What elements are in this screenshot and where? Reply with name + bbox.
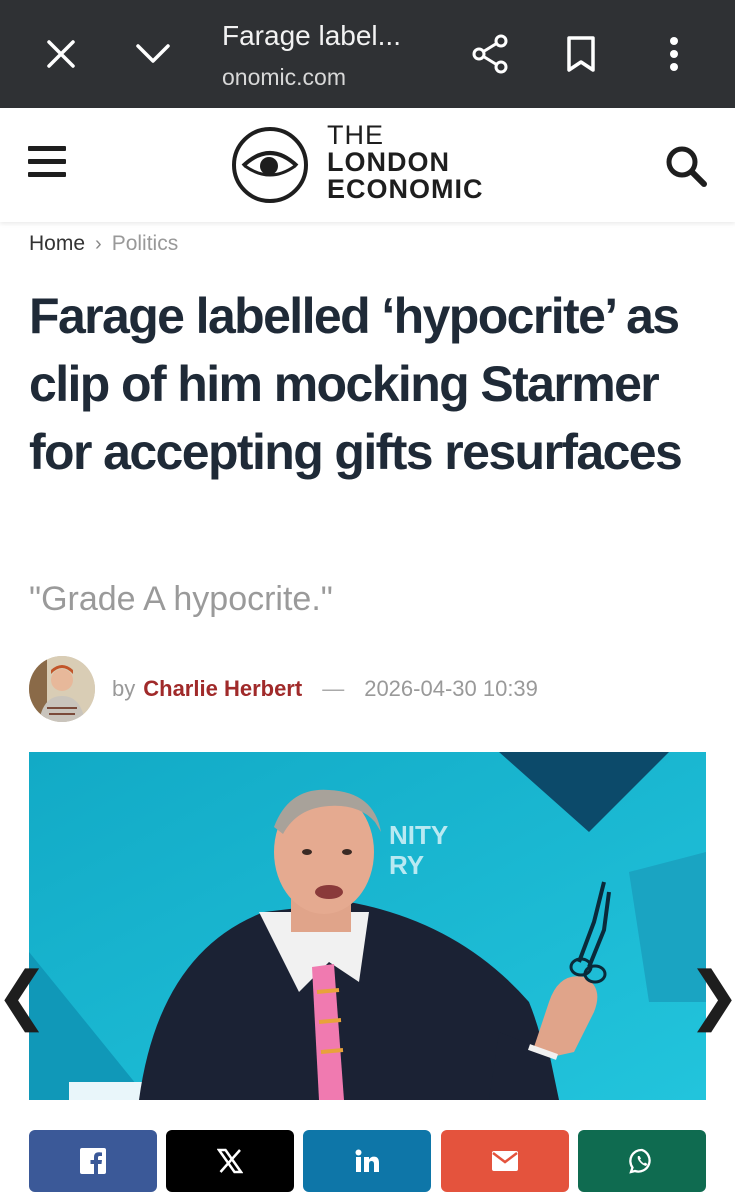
- stage-text-1: NITY: [389, 820, 448, 850]
- share-x-button[interactable]: [166, 1130, 294, 1192]
- article-subtitle: "Grade A hypocrite.": [29, 580, 333, 618]
- linkedin-icon: [355, 1149, 379, 1172]
- gallery-prev-icon[interactable]: ❮: [0, 959, 49, 1031]
- gallery-next-icon[interactable]: ❯: [687, 959, 735, 1031]
- search-icon[interactable]: [664, 144, 710, 190]
- byline-prefix: by: [112, 676, 136, 701]
- chevron-down-icon[interactable]: [123, 24, 183, 84]
- share-facebook-button[interactable]: [29, 1130, 157, 1192]
- share-email-button[interactable]: [441, 1130, 569, 1192]
- browser-toolbar: Farage label... onomic.com: [0, 0, 735, 108]
- publish-date: 2026-04-30 10:39: [364, 676, 538, 701]
- share-linkedin-button[interactable]: [303, 1130, 431, 1192]
- share-whatsapp-button[interactable]: [578, 1130, 706, 1192]
- breadcrumb: Home › Politics: [29, 232, 178, 256]
- facebook-icon: [80, 1148, 106, 1174]
- featured-image[interactable]: NITY RY: [29, 752, 706, 1100]
- breadcrumb-home[interactable]: Home: [29, 232, 85, 256]
- author-link[interactable]: Charlie Herbert: [143, 676, 302, 702]
- breadcrumb-politics[interactable]: Politics: [112, 232, 179, 256]
- more-vert-icon[interactable]: [644, 24, 704, 84]
- logo-line-1: THE: [327, 120, 384, 150]
- share-icon[interactable]: [460, 24, 520, 84]
- site-logo[interactable]: THE LONDON ECONOMIC: [327, 122, 484, 203]
- browser-url: onomic.com: [222, 64, 346, 90]
- logo-eye-icon[interactable]: [231, 126, 309, 209]
- logo-line-3: ECONOMIC: [327, 174, 484, 204]
- article-headline: Farage labelled ‘hypocrite’ as clip of h…: [29, 288, 683, 480]
- email-icon: [492, 1151, 518, 1171]
- stage-text-2: RY: [389, 850, 424, 880]
- menu-icon[interactable]: [28, 146, 66, 184]
- author-avatar[interactable]: [29, 656, 95, 722]
- bookmark-icon[interactable]: [551, 24, 611, 84]
- logo-line-2: LONDON: [327, 147, 450, 177]
- close-icon[interactable]: [31, 24, 91, 84]
- whatsapp-icon: [629, 1148, 651, 1174]
- byline-dash: —: [322, 676, 345, 701]
- x-icon: [217, 1148, 243, 1174]
- chevron-right-icon: ›: [95, 232, 102, 255]
- site-header: THE LONDON ECONOMIC: [0, 108, 735, 222]
- browser-page-title: Farage label...: [222, 20, 401, 51]
- article-byline: by Charlie Herbert — 2026-04-30 10:39: [112, 676, 538, 702]
